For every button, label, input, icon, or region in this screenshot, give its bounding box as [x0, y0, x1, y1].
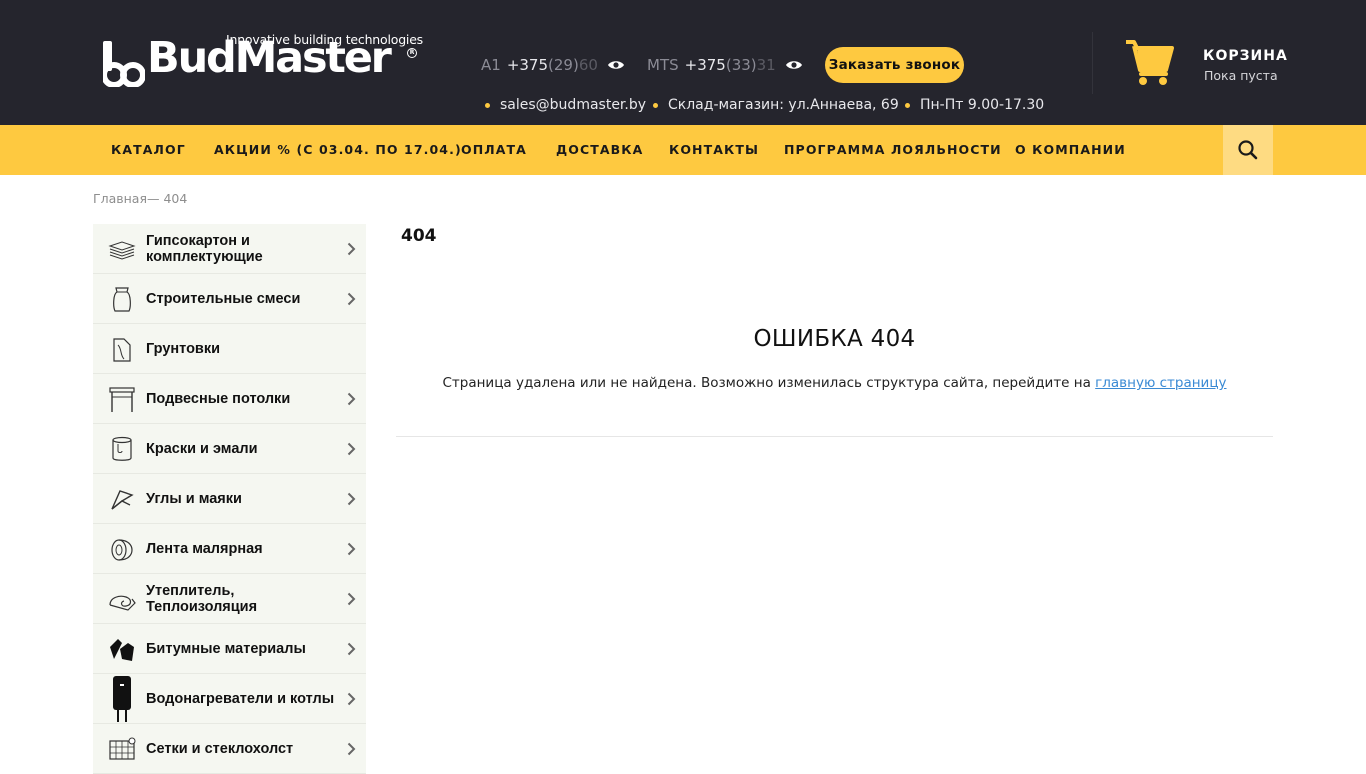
eye-icon[interactable] — [785, 59, 803, 71]
sidebar-item-label: Сетки и стеклохолст — [146, 741, 294, 757]
sidebar-item-paints[interactable]: Краски и эмали — [93, 424, 366, 474]
breadcrumb: Главная— 404 — [93, 191, 187, 206]
sidebar-item-label: Гипсокартон и комплектующие — [146, 233, 263, 265]
site-logo[interactable]: Innovative building technologies BudMast… — [103, 30, 423, 92]
chevron-right-icon — [347, 542, 356, 556]
cart-status: Пока пуста — [1204, 68, 1278, 83]
breadcrumb-current: 404 — [163, 191, 188, 206]
search-icon — [1238, 140, 1258, 160]
error-title: ОШИБКА 404 — [753, 326, 916, 352]
nav-item-promotions[interactable]: АКЦИИ % (С 03.04. ПО 17.04.) — [214, 125, 462, 175]
cart-icon[interactable] — [1124, 38, 1174, 86]
cart-title[interactable]: КОРЗИНА — [1203, 48, 1288, 64]
phone-area: (29) — [548, 56, 579, 74]
category-sidebar: Гипсокартон и комплектующие Строительные… — [93, 224, 366, 774]
bullet-dot — [905, 102, 910, 108]
header-email[interactable]: sales@budmaster.by — [485, 96, 646, 114]
sidebar-item-primers[interactable]: Грунтовки — [93, 324, 366, 374]
sidebar-item-label: Лента малярная — [146, 541, 263, 557]
ceiling-frame-icon — [109, 387, 135, 412]
drywall-sheets-icon — [108, 241, 136, 260]
chevron-right-icon — [347, 442, 356, 456]
page-title: 404 — [401, 226, 437, 246]
chevron-right-icon — [347, 742, 356, 756]
sidebar-item-drywall[interactable]: Гипсокартон и комплектующие — [93, 224, 366, 274]
email-link[interactable]: sales@budmaster.by — [500, 97, 646, 113]
sidebar-item-label: Битумные материалы — [146, 641, 306, 657]
sidebar-item-label: Углы и маяки — [146, 491, 242, 507]
header-divider — [1092, 32, 1093, 94]
paint-bucket-icon — [112, 436, 132, 461]
tape-roll-icon — [111, 539, 133, 561]
insulation-roll-icon — [109, 595, 136, 611]
phone-code: +375 — [506, 56, 549, 74]
nav-item-loyalty[interactable]: ПРОГРАММА ЛОЯЛЬНОСТИ — [784, 125, 1002, 175]
sidebar-item-label: Водонагреватели и котлы — [146, 691, 335, 707]
sidebar-item-corners[interactable]: Углы и маяки — [93, 474, 366, 524]
corner-profile-icon — [111, 490, 134, 510]
search-button[interactable] — [1223, 125, 1273, 175]
header-address: Склад-магазин: ул.Аннаева, 69 — [653, 96, 899, 114]
sidebar-item-label: Строительные смеси — [146, 291, 301, 307]
phone-tail: 31 — [756, 56, 776, 74]
water-heater-icon — [113, 676, 131, 722]
bitumen-icon — [110, 639, 134, 661]
sidebar-item-heaters[interactable]: Водонагреватели и котлы — [93, 674, 366, 724]
sidebar-item-label: Краски и эмали — [146, 441, 258, 457]
sidebar-item-insulation[interactable]: Утеплитель, Теплоизоляция — [93, 574, 366, 624]
nav-item-payment[interactable]: ОПЛАТА — [461, 125, 527, 175]
chevron-right-icon — [347, 492, 356, 506]
logo-b-mark-icon — [103, 41, 145, 87]
header-hours: Пн-Пт 9.00-17.30 — [905, 96, 1044, 114]
chevron-right-icon — [347, 642, 356, 656]
logo-registered-mark: R — [407, 48, 417, 58]
phone-mts[interactable]: MTS +375 (33) 31 — [647, 55, 803, 75]
chevron-right-icon — [347, 692, 356, 706]
eye-icon[interactable] — [607, 59, 625, 71]
sidebar-item-label: Грунтовки — [146, 341, 221, 357]
sidebar-item-label: Подвесные потолки — [146, 391, 291, 407]
content-divider — [396, 436, 1273, 437]
phone-area: (33) — [725, 56, 757, 74]
sidebar-item-label: Утеплитель, Теплоизоляция — [146, 583, 258, 615]
sidebar-item-mesh[interactable]: Сетки и стеклохолст — [93, 724, 366, 774]
bullet-dot — [485, 102, 490, 108]
bullet-dot — [653, 102, 658, 108]
nav-item-about[interactable]: О КОМПАНИИ — [1015, 125, 1126, 175]
error-message: Страница удалена или не найдена. Возможн… — [396, 375, 1273, 391]
error-text: Страница удалена или не найдена. Возможн… — [442, 375, 1096, 391]
site-header: Innovative building technologies BudMast… — [0, 0, 1366, 125]
logo-wordmark: BudMaster — [147, 33, 392, 83]
phone-tail: 60 — [578, 56, 598, 74]
chevron-right-icon — [347, 392, 356, 406]
sidebar-item-ceilings[interactable]: Подвесные потолки — [93, 374, 366, 424]
phone-code: +375 — [684, 56, 726, 74]
nav-item-delivery[interactable]: ДОСТАВКА — [556, 125, 643, 175]
chevron-right-icon — [347, 292, 356, 306]
primer-canister-icon — [113, 338, 131, 362]
breadcrumb-home[interactable]: Главная — [93, 191, 147, 206]
phone-operator-label: MTS — [647, 56, 679, 74]
home-page-link[interactable]: главную страницу — [1095, 375, 1226, 391]
address-text: Склад-магазин: ул.Аннаева, 69 — [668, 97, 899, 113]
chevron-right-icon — [347, 242, 356, 256]
phone-operator-label: A1 — [481, 56, 501, 74]
chevron-right-icon — [347, 592, 356, 606]
nav-item-contacts[interactable]: КОНТАКТЫ — [669, 125, 759, 175]
mix-bag-icon — [113, 287, 131, 312]
phone-a1[interactable]: A1 +375 (29) 60 — [481, 55, 625, 75]
mesh-icon — [109, 737, 136, 760]
breadcrumb-separator: — — [147, 191, 164, 206]
main-nav: КАТАЛОГ АКЦИИ % (С 03.04. ПО 17.04.) ОПЛ… — [0, 125, 1366, 175]
hours-text: Пн-Пт 9.00-17.30 — [920, 97, 1045, 113]
nav-item-catalog[interactable]: КАТАЛОГ — [111, 125, 186, 175]
sidebar-item-mixes[interactable]: Строительные смеси — [93, 274, 366, 324]
sidebar-item-tape[interactable]: Лента малярная — [93, 524, 366, 574]
order-callback-button[interactable]: Заказать звонок — [825, 47, 964, 83]
sidebar-item-bitumen[interactable]: Битумные материалы — [93, 624, 366, 674]
